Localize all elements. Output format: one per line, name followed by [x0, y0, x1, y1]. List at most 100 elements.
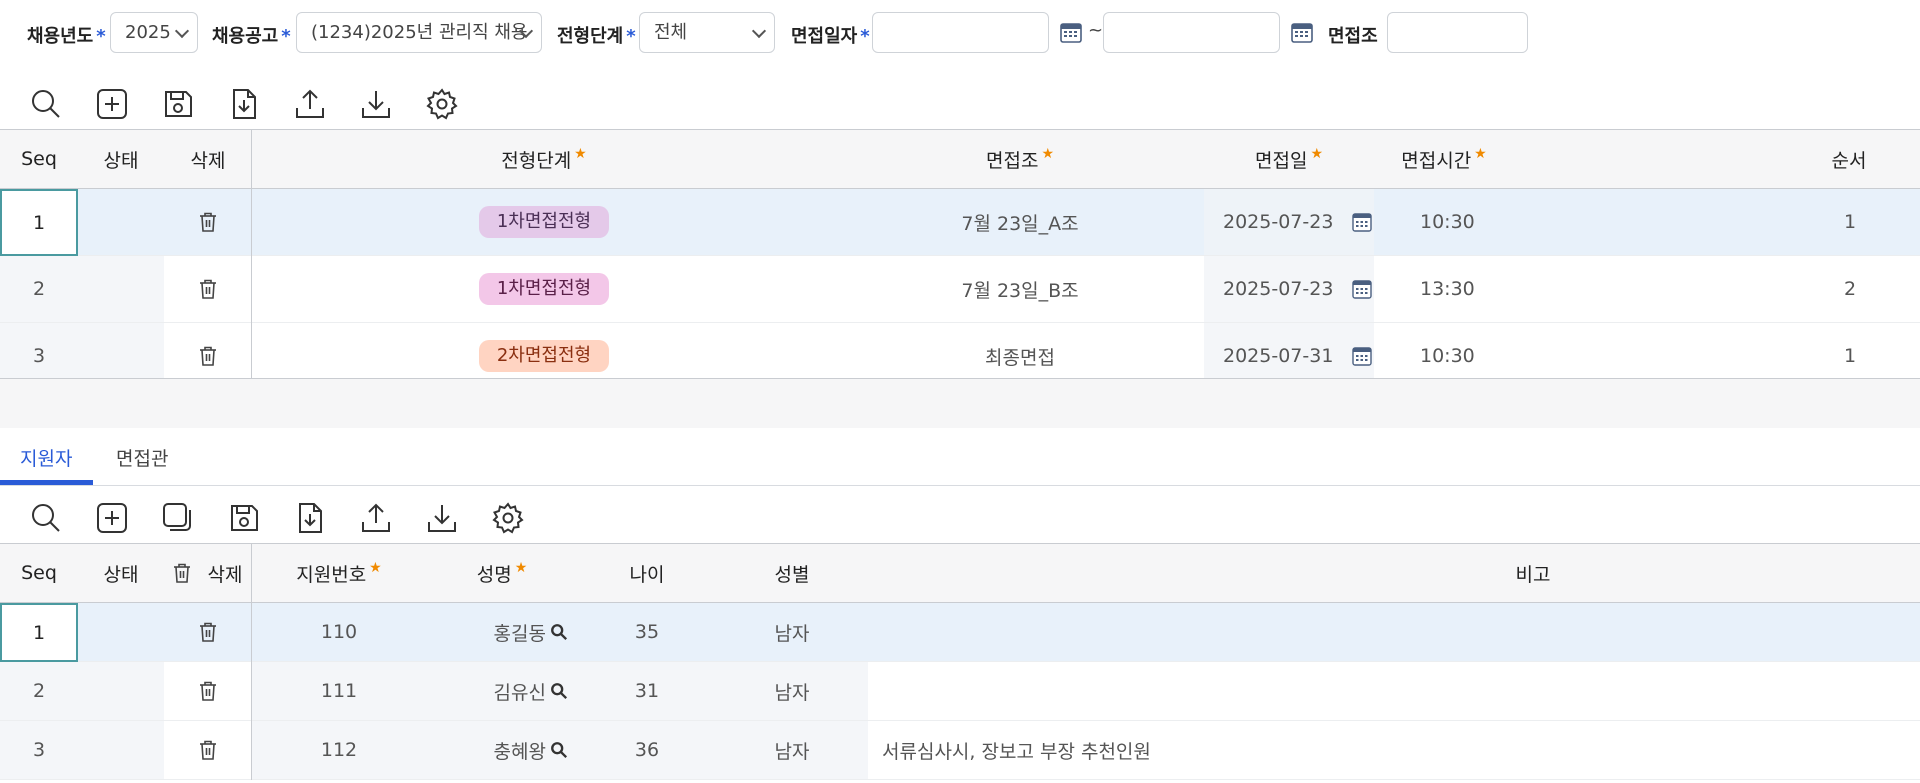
row-date[interactable]: 2025-07-23 [1204, 256, 1374, 322]
header-delete-all-button[interactable] [164, 544, 200, 602]
group-label: 면접조 [1328, 26, 1378, 47]
stage-label: 전형단계 * [557, 26, 636, 47]
year-select[interactable]: 2025 [110, 12, 198, 53]
row-seq-cell[interactable]: 3 [0, 721, 78, 779]
row-age[interactable]: 35 [578, 603, 716, 661]
trash-icon [200, 681, 216, 701]
row-seq-cell[interactable]: 1 [0, 603, 78, 662]
row-gender[interactable]: 남자 [716, 662, 868, 720]
row-group[interactable]: 7월 23일_A조 [836, 189, 1204, 255]
row-delete-button[interactable] [164, 721, 252, 779]
header-group[interactable]: 면접조 ★ [836, 130, 1204, 188]
export-file-button[interactable] [226, 86, 262, 122]
date-to-calendar-icon[interactable] [1290, 20, 1314, 44]
row-order[interactable]: 1 [1514, 189, 1920, 255]
date-calendar-icon[interactable] [1350, 189, 1374, 255]
active-tab-indicator [0, 480, 93, 485]
tab-applicants[interactable]: 지원자 [20, 444, 72, 471]
name-lookup-icon[interactable] [546, 603, 572, 661]
settings-button[interactable] [490, 500, 526, 536]
row-group[interactable]: 7월 23일_B조 [836, 256, 1204, 322]
row-age[interactable]: 31 [578, 662, 716, 720]
detail-tabs: 지원자 면접관 [0, 436, 1920, 486]
header-order[interactable]: 순서 [1514, 130, 1920, 188]
row-applicant-no[interactable]: 111 [252, 662, 426, 720]
row-seq-cell[interactable]: 2 [0, 662, 78, 720]
trash-icon [200, 279, 216, 299]
row-applicant-no[interactable]: 112 [252, 721, 426, 779]
upload-icon [296, 89, 324, 118]
search-button[interactable] [28, 500, 64, 536]
header-date[interactable]: 면접일 ★ [1204, 130, 1374, 188]
table-row[interactable]: 1 1차면접전형 7월 23일_A조 2025-07-23 10:30 1 [0, 189, 1920, 256]
export-file-button[interactable] [292, 500, 328, 536]
header-age[interactable]: 나이 [578, 544, 716, 602]
save-button[interactable] [160, 86, 196, 122]
row-date[interactable]: 2025-07-23 [1204, 189, 1374, 255]
row-delete-button[interactable] [164, 662, 252, 720]
table-row[interactable]: 2 111 김유신 31 남자 [0, 662, 1920, 721]
grid1-toolbar [0, 82, 1920, 126]
row-delete-button[interactable] [164, 189, 252, 255]
row-time[interactable]: 10:30 [1374, 189, 1514, 255]
download-button[interactable] [358, 86, 394, 122]
date-range-separator: ~ [1088, 20, 1104, 41]
header-stage[interactable]: 전형단계 ★ [252, 130, 836, 188]
row-delete-button[interactable] [164, 256, 252, 322]
year-label: 채용년도 * [27, 26, 106, 47]
trash-icon [174, 563, 190, 583]
row-order[interactable]: 2 [1514, 256, 1920, 322]
stage-select[interactable]: 전체 [639, 12, 775, 53]
tab-interviewers[interactable]: 면접관 [116, 444, 168, 471]
header-gender[interactable]: 성별 [716, 544, 868, 602]
header-name[interactable]: 성명 ★ [426, 544, 578, 602]
row-delete-button[interactable] [164, 603, 252, 661]
upload-icon [362, 503, 390, 532]
row-age[interactable]: 36 [578, 721, 716, 779]
table-row[interactable]: 1 110 홍길동 35 남자 [0, 603, 1920, 662]
grid2-toolbar [0, 496, 1920, 540]
search-button[interactable] [28, 86, 64, 122]
add-button[interactable] [94, 500, 130, 536]
upload-button[interactable] [358, 500, 394, 536]
date-from-calendar-icon[interactable] [1059, 20, 1083, 44]
save-button[interactable] [226, 500, 262, 536]
settings-button[interactable] [424, 86, 460, 122]
table-row[interactable]: 3 112 충혜왕 36 남자 서류심사시, 장보고 부장 추천인원 [0, 721, 1920, 780]
name-lookup-icon[interactable] [546, 721, 572, 779]
date-from-input[interactable] [872, 12, 1049, 53]
download-button[interactable] [424, 500, 460, 536]
row-seq-cell[interactable]: 2 [0, 256, 78, 322]
header-applicant-no[interactable]: 지원번호 ★ [252, 544, 426, 602]
row-name[interactable]: 김유신 [426, 662, 546, 720]
row-name[interactable]: 충혜왕 [426, 721, 546, 779]
row-name[interactable]: 홍길동 [426, 603, 546, 661]
row-seq-cell[interactable]: 1 [0, 189, 78, 256]
header-note[interactable]: 비고 [868, 544, 1920, 602]
row-note[interactable] [868, 662, 1920, 720]
add-button[interactable] [94, 86, 130, 122]
row-time[interactable]: 13:30 [1374, 256, 1514, 322]
grid1-header: Seq 상태 삭제 전형단계 ★ 면접조 ★ 면접일 ★ 면접시간 ★ 순서 [0, 130, 1920, 189]
row-applicant-no[interactable]: 110 [252, 603, 426, 661]
grid1-footer [0, 378, 1920, 428]
row-gender[interactable]: 남자 [716, 721, 868, 779]
date-calendar-icon[interactable] [1350, 256, 1374, 322]
group-input[interactable] [1387, 12, 1528, 53]
header-time[interactable]: 면접시간 ★ [1374, 130, 1514, 188]
table-row[interactable]: 2 1차면접전형 7월 23일_B조 2025-07-23 13:30 2 [0, 256, 1920, 323]
header-seq: Seq [21, 148, 57, 170]
name-lookup-icon[interactable] [546, 662, 572, 720]
filter-bar: 채용년도 * 2025 채용공고 * (1234)2025년 관리직 채용 전형단계… [0, 12, 1920, 54]
save-icon [165, 91, 192, 117]
row-gender[interactable]: 남자 [716, 603, 868, 661]
upload-button[interactable] [292, 86, 328, 122]
header-status: 상태 [103, 149, 139, 172]
copy-button[interactable] [160, 500, 196, 536]
notice-select[interactable]: (1234)2025년 관리직 채용 [296, 12, 542, 53]
date-to-input[interactable] [1103, 12, 1280, 53]
stage-badge: 2차면접전형 [478, 340, 610, 372]
row-note[interactable]: 서류심사시, 장보고 부장 추천인원 [868, 721, 1920, 779]
add-icon [97, 503, 127, 533]
row-note[interactable] [868, 603, 1920, 661]
